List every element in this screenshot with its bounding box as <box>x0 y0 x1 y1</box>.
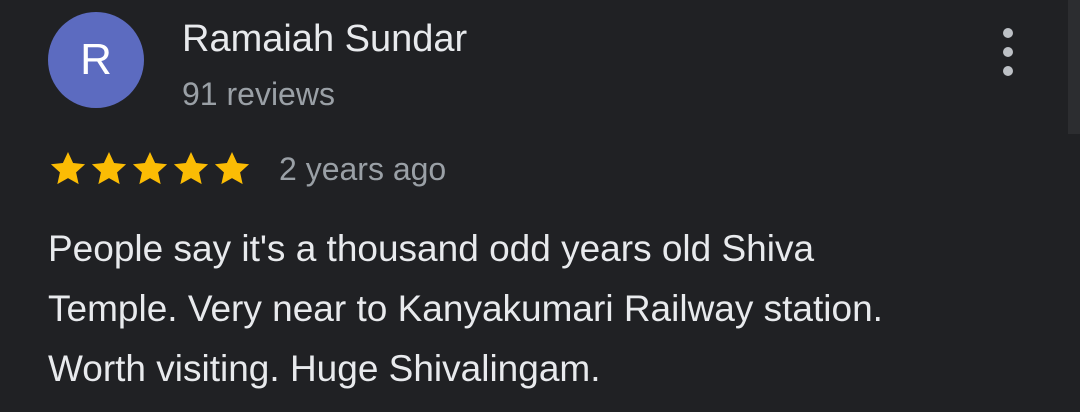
star-icon <box>89 149 129 189</box>
review-count: 91 reviews <box>182 76 335 112</box>
more-vert-icon-dot <box>1003 66 1013 76</box>
avatar[interactable]: R <box>48 12 144 108</box>
review-card: R Ramaiah Sundar 91 reviews 2 years ago … <box>0 0 1080 412</box>
avatar-letter: R <box>80 35 112 84</box>
star-icon <box>130 149 170 189</box>
reviewer-name[interactable]: Ramaiah Sundar <box>182 18 467 61</box>
review-text: People say it's a thousand odd years old… <box>48 228 883 389</box>
more-options-button[interactable] <box>990 28 1026 76</box>
star-icon <box>48 149 88 189</box>
star-icon <box>212 149 252 189</box>
scrollbar[interactable] <box>1068 0 1080 134</box>
review-date: 2 years ago <box>279 150 447 187</box>
more-vert-icon <box>1003 28 1013 38</box>
rating-row: 2 years ago <box>48 146 446 192</box>
star-icon <box>171 149 211 189</box>
star-rating <box>48 149 253 189</box>
more-vert-icon-dot <box>1003 47 1013 57</box>
